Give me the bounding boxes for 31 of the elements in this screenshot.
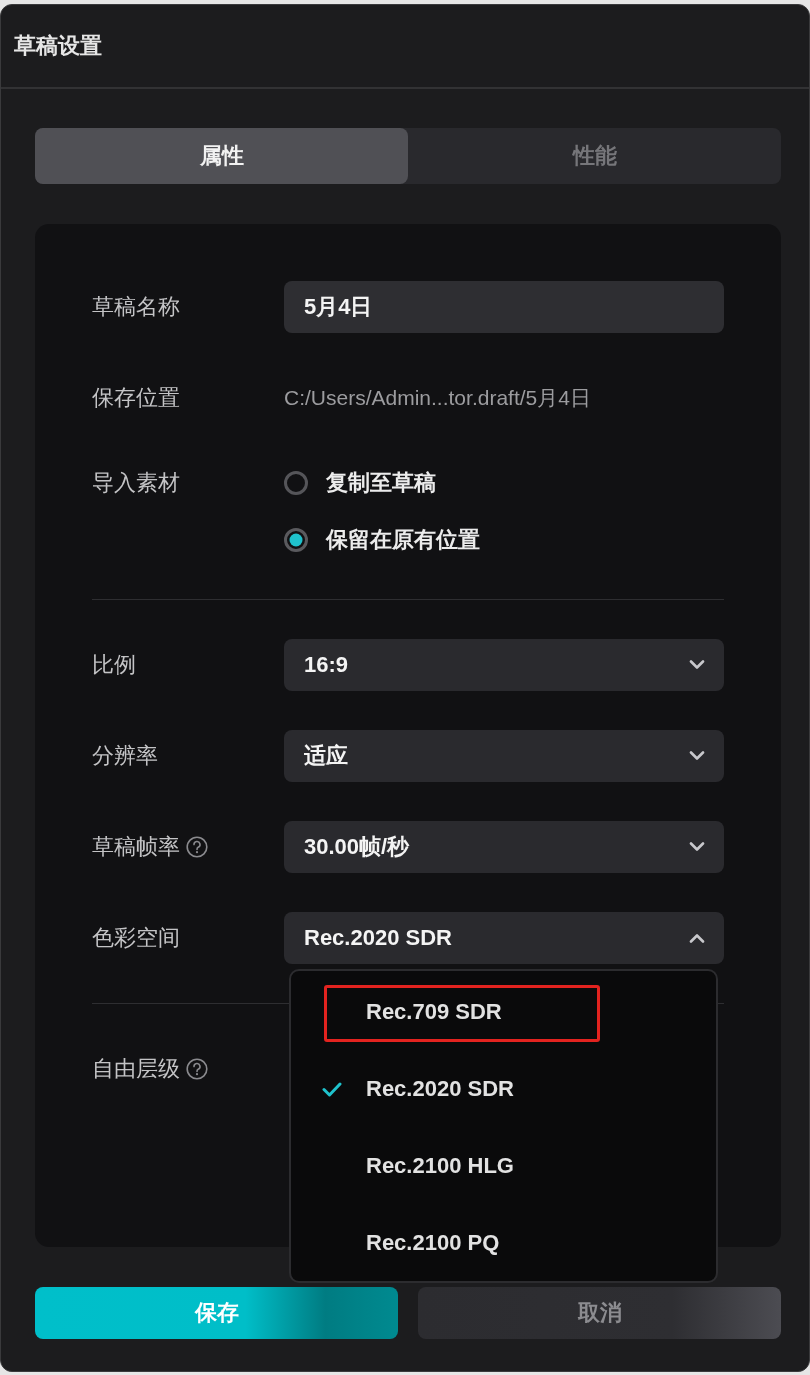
chevron-icon (689, 842, 705, 852)
dropdown-option[interactable]: Rec.2100 HLG (291, 1127, 716, 1204)
dropdown-select[interactable]: 16:9 (284, 639, 724, 691)
radio-option[interactable]: 保留在原有位置 (284, 520, 480, 560)
field-label: 比例 (92, 651, 136, 679)
cancel-button[interactable]: 取消 (418, 1287, 781, 1339)
dropdown-option[interactable]: Rec.2100 PQ (291, 1204, 716, 1281)
chevron-icon (689, 751, 705, 761)
field-label: 导入素材 (92, 469, 180, 497)
dropdown-option[interactable]: Rec.709 SDR (291, 973, 716, 1050)
radio-icon[interactable] (284, 528, 308, 552)
field-label: 分辨率 (92, 742, 158, 770)
dropdown-select[interactable]: Rec.2020 SDR (284, 912, 724, 964)
field-label: 草稿帧率 (92, 833, 180, 861)
field-label: 自由层级 (92, 1055, 180, 1083)
help-icon[interactable] (186, 1058, 208, 1080)
name-input-field[interactable]: 5月4日 (284, 281, 724, 333)
help-icon[interactable] (186, 836, 208, 858)
chevron-icon (689, 660, 705, 670)
window-title: 草稿设置 (14, 32, 102, 60)
field-label: 草稿名称 (92, 293, 180, 321)
chevron-icon (689, 933, 705, 943)
field-label: 色彩空间 (92, 924, 180, 952)
radio-option[interactable]: 复制至草稿 (284, 463, 480, 503)
field-label: 保存位置 (92, 384, 180, 412)
tab[interactable]: 属性 (35, 128, 408, 184)
radio-icon[interactable] (284, 471, 308, 495)
dropdown-select[interactable]: 30.00帧/秒 (284, 821, 724, 873)
save-path-text: C:/Users/Admin...tor.draft/5月4日 (284, 385, 591, 411)
dropdown-select[interactable]: 适应 (284, 730, 724, 782)
dropdown-option[interactable]: Rec.2020 SDR (291, 1050, 716, 1127)
